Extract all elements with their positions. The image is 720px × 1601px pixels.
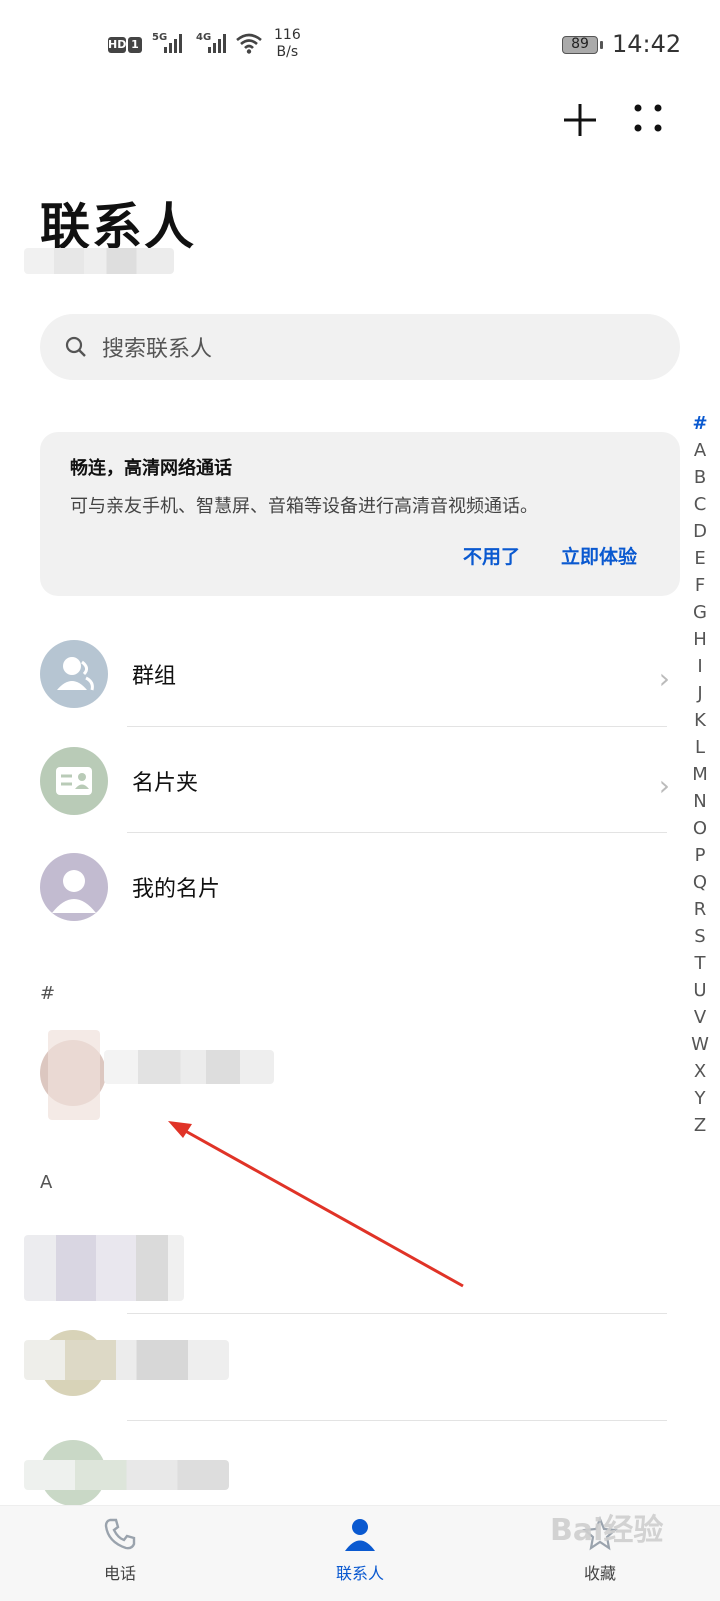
contact-row[interactable]: [24, 1225, 664, 1310]
promo-card: 畅连，高清网络通话 可与亲友手机、智慧屏、音箱等设备进行高清音视频通话。 不用了…: [40, 432, 680, 596]
card-holder-label: 名片夹: [132, 771, 199, 796]
alpha-index-item[interactable]: K: [686, 707, 714, 734]
section-header-hash: #: [40, 983, 56, 1004]
alpha-index-item[interactable]: M: [686, 761, 714, 788]
contact-row[interactable]: [24, 1325, 664, 1410]
alpha-index-item[interactable]: I: [686, 653, 714, 680]
battery-icon: 89: [562, 36, 598, 54]
divider: [127, 832, 667, 833]
alpha-index-item[interactable]: X: [686, 1058, 714, 1085]
alpha-index-item[interactable]: P: [686, 842, 714, 869]
wifi-icon: [236, 33, 262, 54]
watermark: Bai经验: [550, 1513, 664, 1548]
my-card-row[interactable]: 我的名片: [40, 853, 680, 953]
network-speed-value: 116: [274, 27, 301, 43]
add-contact-button[interactable]: [560, 100, 600, 140]
alpha-index-item[interactable]: Q: [686, 869, 714, 896]
contact-blurred: [24, 1340, 229, 1380]
alpha-index-item[interactable]: Y: [686, 1085, 714, 1112]
promo-title: 畅连，高清网络通话: [70, 458, 232, 479]
alpha-index-item[interactable]: S: [686, 923, 714, 950]
contact-row[interactable]: [24, 1435, 664, 1506]
signal-icon: [164, 33, 182, 53]
alpha-index-item[interactable]: U: [686, 977, 714, 1004]
try-now-button[interactable]: 立即体验: [561, 542, 637, 569]
promo-description: 可与亲友手机、智慧屏、音箱等设备进行高清音视频通话。: [70, 496, 538, 517]
more-options-button[interactable]: [630, 100, 670, 140]
my-card-avatar-icon: [40, 853, 108, 921]
search-placeholder: 搜索联系人: [102, 337, 213, 362]
alpha-index-item[interactable]: #: [686, 410, 714, 437]
alpha-index-item[interactable]: A: [686, 437, 714, 464]
business-card-icon: [40, 747, 108, 815]
nav-favorites-label: 收藏: [583, 1564, 616, 1583]
search-icon: [65, 336, 86, 357]
network-speed: 116 B/s: [274, 27, 301, 61]
alpha-index-item[interactable]: D: [686, 518, 714, 545]
search-bar[interactable]: 搜索联系人: [40, 314, 680, 380]
alpha-index-item[interactable]: C: [686, 491, 714, 518]
alpha-index-item[interactable]: J: [686, 680, 714, 707]
chevron-right-icon: ›: [658, 769, 670, 802]
my-card-label: 我的名片: [132, 877, 221, 902]
alpha-index-item[interactable]: O: [686, 815, 714, 842]
alpha-index-item[interactable]: H: [686, 626, 714, 653]
alphabet-index[interactable]: # A B C D E F G H I J K L M N O P Q R S T U V W X Y Z: [686, 410, 714, 1139]
battery-tip: [600, 41, 603, 49]
alpha-index-item[interactable]: R: [686, 896, 714, 923]
network-speed-unit: B/s: [276, 44, 299, 60]
alpha-index-item[interactable]: N: [686, 788, 714, 815]
contacts-icon: [345, 1519, 375, 1551]
sim-badge: 1: [128, 37, 142, 53]
blurred-avatar-overlay: [48, 1030, 100, 1120]
contact-blurred: [24, 1235, 184, 1301]
blurred-subtitle: [24, 248, 174, 274]
groups-row[interactable]: 群组 ›: [40, 640, 680, 740]
divider: [127, 1313, 667, 1314]
dismiss-button[interactable]: 不用了: [463, 542, 520, 569]
nav-contacts-label: 联系人: [335, 1564, 384, 1583]
hd-voice-badge: HD: [108, 37, 127, 53]
clock: 14:42: [612, 30, 682, 58]
divider: [127, 726, 667, 727]
chevron-right-icon: ›: [658, 662, 670, 695]
contact-blurred: [24, 1460, 229, 1490]
section-header-a: A: [40, 1172, 53, 1193]
groups-icon: [40, 640, 108, 708]
alpha-index-item[interactable]: V: [686, 1004, 714, 1031]
alpha-index-item[interactable]: F: [686, 572, 714, 599]
alpha-index-item[interactable]: B: [686, 464, 714, 491]
nav-phone[interactable]: 电话: [60, 1516, 180, 1584]
alpha-index-item[interactable]: W: [686, 1031, 714, 1058]
battery-level: 89: [571, 36, 589, 52]
signal-icon-2: [208, 33, 226, 53]
divider: [127, 1420, 667, 1421]
nav-phone-label: 电话: [103, 1564, 136, 1583]
status-bar: HD 1 5G 4G 116 B/s 89 14:42: [0, 0, 720, 90]
alpha-index-item[interactable]: G: [686, 599, 714, 626]
nav-contacts[interactable]: 联系人: [300, 1516, 420, 1584]
contact-row[interactable]: [40, 1030, 320, 1120]
contact-name-blurred: [104, 1050, 274, 1084]
alpha-index-item[interactable]: Z: [686, 1112, 714, 1139]
alpha-index-item[interactable]: L: [686, 734, 714, 761]
groups-label: 群组: [132, 664, 177, 689]
alpha-index-item[interactable]: E: [686, 545, 714, 572]
alpha-index-item[interactable]: T: [686, 950, 714, 977]
phone-icon: [104, 1518, 136, 1550]
